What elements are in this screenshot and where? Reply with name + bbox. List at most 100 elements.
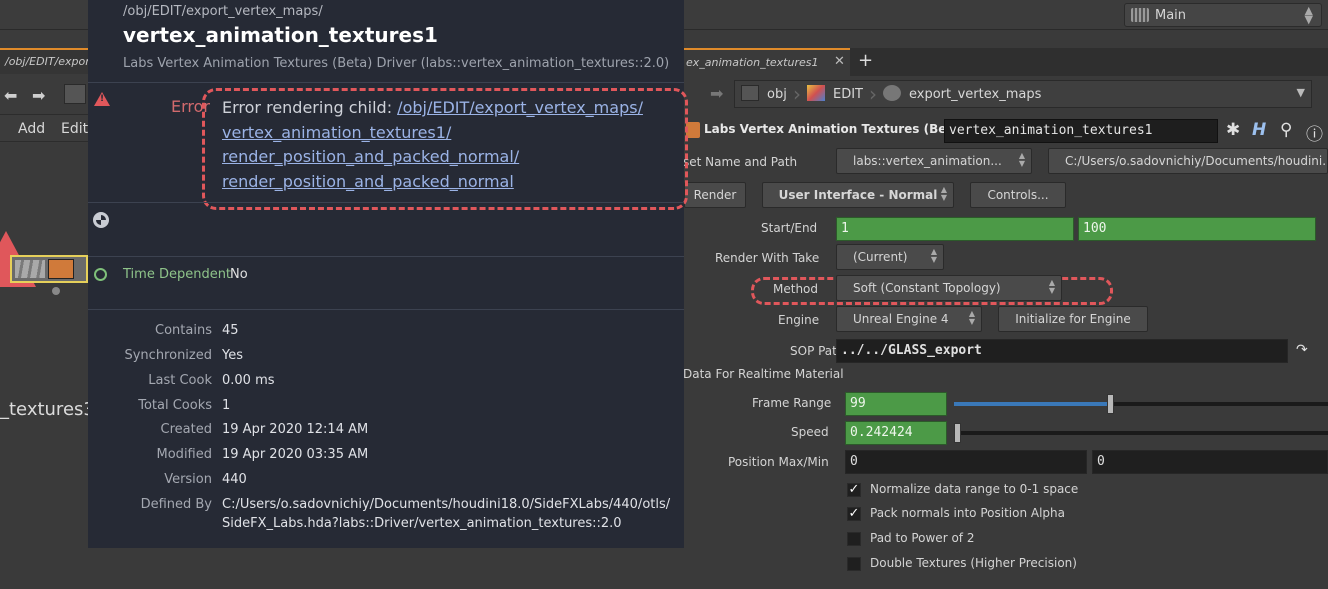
start-end-label: Start/End	[761, 221, 818, 235]
divider	[88, 256, 684, 257]
desktop-icon	[1131, 8, 1149, 22]
info-row: Version 440	[88, 472, 684, 492]
menu-edit[interactable]: Edit	[61, 121, 88, 137]
engine-menu[interactable]: Unreal Engine 4 ▲ ▼	[836, 306, 982, 332]
parameter-tabbar: ex_animation_textures1 ✕ +	[684, 48, 1328, 76]
engine-label: Engine	[778, 313, 820, 327]
normalize-label: Normalize data range to 0-1 space	[870, 482, 1079, 496]
parameter-tab[interactable]: ex_animation_textures1 ✕	[684, 48, 850, 76]
error-link[interactable]: render_position_and_packed_normal	[222, 172, 514, 191]
info-value: C:/Users/o.sadovnichiy/Documents/houdini…	[222, 497, 671, 512]
forward-arrow-icon[interactable]: ➡	[32, 86, 45, 105]
controls-button[interactable]: Controls...	[970, 182, 1066, 208]
speed-slider-handle[interactable]	[954, 423, 961, 443]
method-menu[interactable]: Soft (Constant Topology) ▲ ▼	[836, 275, 1062, 301]
normalize-checkbox[interactable]: ✓	[847, 483, 861, 497]
search-icon[interactable]: ⚲	[1280, 120, 1292, 140]
network-canvas[interactable]: _textures3	[0, 143, 95, 589]
double-textures-checkbox[interactable]	[847, 557, 861, 571]
frame-range-slider-handle[interactable]	[1107, 394, 1114, 414]
info-value: 1	[222, 398, 231, 413]
close-icon[interactable]: ✕	[834, 54, 845, 69]
pack-normals-checkbox[interactable]: ✓	[847, 507, 861, 521]
gear-icon[interactable]: ✱	[1226, 120, 1240, 140]
pad-power-checkbox[interactable]	[847, 532, 861, 546]
node-name-field[interactable]: vertex_animation_textures1	[944, 119, 1218, 143]
chevron-updown-icon: ▲ ▼	[1304, 4, 1313, 26]
error-prefix: Error rendering child:	[222, 98, 398, 117]
sop-path-field[interactable]: ../../GLASS_export	[836, 339, 1288, 363]
obj-icon	[741, 85, 759, 101]
position-max-min-label: Position Max/Min	[728, 455, 829, 469]
help-icon[interactable]: H	[1252, 120, 1266, 140]
path-bar: ➡ obj › EDIT › export_vertex_maps ▼	[684, 78, 1328, 110]
chevron-updown-icon: ▲ ▼	[1018, 151, 1025, 168]
divider	[88, 309, 684, 310]
add-tab-icon[interactable]: +	[858, 50, 873, 71]
initialize-engine-button[interactable]: Initialize for Engine	[998, 306, 1148, 332]
chevron-updown-icon: ▲ ▼	[930, 247, 937, 264]
node-output-connector[interactable]	[52, 287, 60, 295]
render-button[interactable]: Render	[684, 182, 746, 208]
method-value: Soft (Constant Topology)	[853, 281, 1001, 295]
method-label: Method	[773, 282, 819, 296]
asset-path-menu[interactable]: C:/Users/o.sadovnichiy/Documents/houdini…	[1048, 148, 1328, 174]
desktop-selector[interactable]: Main ▲ ▼	[1124, 3, 1322, 27]
info-row: Last Cook 0.00 ms	[88, 373, 684, 393]
speed-label: Speed	[791, 425, 829, 439]
subnet-icon	[807, 85, 825, 101]
parameter-pane: ex_animation_textures1 ✕ + ➡ obj › EDIT …	[683, 30, 1328, 589]
info-row: Modified 19 Apr 2020 03:35 AM	[88, 447, 684, 467]
speed-slider[interactable]	[954, 423, 1328, 443]
network-path-icon[interactable]	[64, 84, 86, 104]
asset-name-menu[interactable]: labs::vertex_animation... ▲ ▼	[836, 148, 1032, 174]
ui-mode-menu[interactable]: User Interface - Normal ▲ ▼	[762, 182, 954, 208]
node-subtitle: Labs Vertex Animation Textures (Beta) Dr…	[123, 56, 670, 71]
chevron-right-icon: ›	[869, 82, 877, 106]
info-value: Yes	[222, 348, 243, 363]
end-frame-field[interactable]: 100	[1078, 217, 1316, 241]
asset-name-value: labs::vertex_animation...	[853, 154, 1002, 168]
node-path: /obj/EDIT/export_vertex_maps/	[123, 4, 323, 19]
rop-network-icon	[883, 85, 901, 101]
node-chooser-icon[interactable]: ↷	[1296, 342, 1308, 358]
info-key: Defined By	[140, 497, 212, 512]
network-node[interactable]	[10, 255, 88, 283]
frame-range-slider[interactable]	[954, 394, 1328, 414]
info-icon[interactable]: ⓘ	[1306, 120, 1323, 145]
network-nav: ⬅ ➡	[0, 80, 88, 112]
start-frame-field[interactable]: 1	[836, 217, 1074, 241]
breadcrumb: obj › EDIT › export_vertex_maps ▼	[734, 80, 1312, 108]
chevron-right-icon: ›	[793, 82, 801, 106]
error-link[interactable]: vertex_animation_textures1/	[222, 123, 451, 142]
node-type-label: Labs Vertex Animation Textures (Beta)	[704, 122, 966, 136]
frame-range-field[interactable]: 99	[845, 392, 947, 416]
node-flags	[15, 260, 45, 278]
take-menu[interactable]: (Current) ▲ ▼	[836, 244, 944, 270]
error-link[interactable]: render_position_and_packed_normal/	[222, 147, 519, 166]
network-tab[interactable]: /obj/EDIT/export	[0, 48, 88, 74]
info-value: 45	[222, 323, 239, 338]
position-max-field[interactable]: 0	[845, 450, 1087, 474]
forward-arrow-icon[interactable]: ➡	[710, 84, 723, 103]
menu-add[interactable]: Add	[18, 121, 45, 137]
ui-mode-value: User Interface - Normal	[778, 188, 938, 202]
info-row: Defined By C:/Users/o.sadovnichiy/Docume…	[88, 497, 684, 537]
error-link[interactable]: /obj/EDIT/export_vertex_maps/	[397, 98, 643, 117]
info-value: 19 Apr 2020 12:14 AM	[222, 422, 369, 437]
node-header: Labs Vertex Animation Textures (Beta) ve…	[684, 116, 1328, 145]
position-min-field[interactable]: 0	[1092, 450, 1328, 474]
chevron-down-icon[interactable]: ▼	[1297, 86, 1305, 99]
network-menu: Add Edit	[0, 114, 88, 142]
speed-field[interactable]: 0.242424	[845, 421, 947, 445]
info-key: Modified	[156, 447, 212, 462]
divider	[88, 82, 684, 83]
breadcrumb-export-vertex-maps[interactable]: export_vertex_maps	[909, 87, 1041, 102]
chevron-updown-icon: ▲ ▼	[1048, 278, 1055, 295]
breadcrumb-obj[interactable]: obj	[767, 87, 787, 102]
info-key: Version	[164, 472, 212, 487]
info-key: Synchronized	[124, 348, 212, 363]
breadcrumb-edit[interactable]: EDIT	[833, 87, 863, 102]
back-arrow-icon[interactable]: ⬅	[4, 86, 17, 105]
time-dependent-label: Time Dependent	[123, 267, 232, 282]
